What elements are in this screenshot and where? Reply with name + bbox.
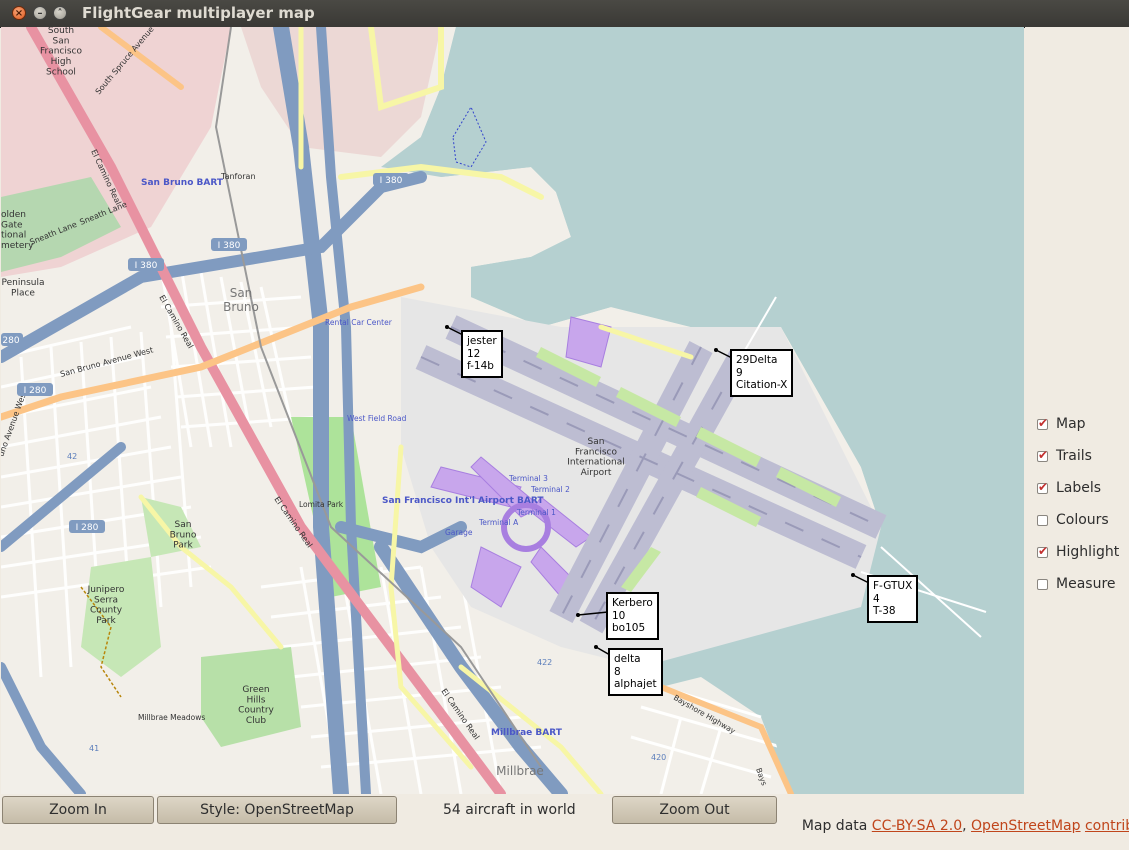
i380-shield: I 380	[135, 261, 158, 271]
san-bruno-bart-label: San Bruno BART	[141, 178, 224, 188]
aircraft-id: 4	[873, 592, 880, 605]
aircraft-callsign: 29Delta	[736, 354, 778, 366]
attribution-separator: ,	[962, 818, 972, 834]
maximize-window-button[interactable]: ˄	[53, 6, 67, 20]
i280-shield: I 280	[24, 386, 47, 396]
aircraft-label[interactable]: Kerbero 10 bo105	[606, 592, 659, 640]
terminal2-label: Terminal 2	[530, 485, 570, 494]
osm-link[interactable]: OpenStreetMap	[971, 818, 1080, 834]
labels-toggle[interactable]: Labels	[1037, 478, 1101, 498]
garage-label: Garage	[445, 528, 473, 537]
map-checkbox[interactable]	[1037, 416, 1048, 430]
aircraft-model: f-14b	[467, 360, 494, 372]
aircraft-label[interactable]: jester 12 f-14b	[461, 330, 503, 378]
colours-toggle-label: Colours	[1056, 512, 1109, 528]
map-canvas[interactable]: South San Francisco High School San Bruno BA…	[1, 27, 1024, 794]
options-panel: Map Trails Labels Colours Highlight Meas…	[1025, 27, 1129, 794]
trails-toggle[interactable]: Trails	[1037, 446, 1092, 466]
millbrae-bart-label: Millbrae BART	[491, 728, 563, 738]
route-number: 420	[651, 753, 666, 762]
tanforan-label: Tanforan	[220, 172, 256, 181]
close-window-button[interactable]: ×	[12, 6, 26, 20]
route-number: 41	[89, 744, 99, 753]
aircraft-marker[interactable]	[594, 645, 598, 649]
terminal1-label: Terminal 1	[516, 508, 556, 517]
aircraft-marker[interactable]	[851, 573, 855, 577]
millbrae-meadows-label: Millbrae Meadows	[138, 713, 205, 722]
trails-checkbox[interactable]	[1037, 448, 1048, 462]
aircraft-model: alphajet	[614, 678, 657, 690]
aircraft-marker[interactable]	[445, 325, 449, 329]
measure-checkbox[interactable]	[1037, 578, 1048, 590]
terminal3-label: Terminal 3	[508, 474, 548, 483]
style-button[interactable]: Style: OpenStreetMap	[157, 796, 397, 824]
rental-car-label: Rental Car Center	[325, 318, 393, 327]
i380-shield: I 380	[380, 176, 403, 186]
route-number: 422	[537, 658, 552, 667]
contributors-link[interactable]: contributors	[1085, 818, 1129, 834]
west-field-road-label: West Field Road	[347, 414, 407, 423]
i280-shield: 280	[2, 336, 19, 346]
i280-shield: I 280	[76, 523, 99, 533]
highlight-toggle[interactable]: Highlight	[1037, 542, 1119, 562]
aircraft-callsign: Kerbero	[612, 597, 653, 609]
aircraft-callsign: jester	[467, 335, 497, 347]
millbrae-label: Millbrae	[496, 764, 544, 778]
license-link[interactable]: CC-BY-SA 2.0	[872, 818, 962, 834]
aircraft-count-status: 54 aircraft in world	[443, 802, 576, 818]
aircraft-callsign: delta	[614, 653, 641, 665]
labels-checkbox[interactable]	[1037, 480, 1048, 494]
aircraft-label[interactable]: F-GTUX 4 T-38	[867, 575, 919, 623]
sfo-bart-label: San Francisco Int'l Airport BART	[382, 496, 544, 506]
aircraft-model: bo105	[612, 622, 646, 634]
map-toggle-label: Map	[1056, 416, 1086, 432]
aircraft-marker[interactable]	[576, 613, 580, 617]
lomita-park-label: Lomita Park	[299, 500, 344, 509]
zoom-in-button[interactable]: Zoom In	[2, 796, 154, 824]
aircraft-marker[interactable]	[714, 348, 718, 352]
map-view[interactable]: South San Francisco High School San Bruno BA…	[1, 27, 1024, 794]
minimize-window-button[interactable]: –	[33, 6, 47, 20]
measure-toggle-label: Measure	[1056, 576, 1116, 592]
highlight-checkbox[interactable]	[1037, 544, 1048, 558]
trails-toggle-label: Trails	[1056, 448, 1092, 464]
window-title: FlightGear multiplayer map	[82, 4, 315, 22]
aircraft-model: Citation-X	[736, 379, 788, 391]
aircraft-id: 8	[614, 665, 621, 678]
terminala-label: Terminal A	[478, 518, 519, 527]
aircraft-id: 10	[612, 609, 626, 622]
aircraft-id: 12	[467, 347, 481, 360]
measure-toggle[interactable]: Measure	[1037, 574, 1116, 594]
i380-shield: I 380	[218, 241, 241, 251]
map-attribution: Map data CC-BY-SA 2.0, OpenStreetMap con…	[784, 802, 1129, 850]
aircraft-label[interactable]: 29Delta 9 Citation-X	[730, 349, 794, 397]
map-toggle[interactable]: Map	[1037, 414, 1086, 434]
window-titlebar: × – ˄ FlightGear multiplayer map	[0, 0, 1129, 28]
route-number: 42	[67, 452, 77, 461]
aircraft-model: T-38	[873, 605, 896, 617]
aircraft-id: 9	[736, 366, 743, 379]
aircraft-callsign: F-GTUX	[873, 580, 913, 592]
highlight-toggle-label: Highlight	[1056, 544, 1120, 560]
colours-toggle[interactable]: Colours	[1037, 510, 1109, 530]
bottom-toolbar: Zoom In Style: OpenStreetMap 54 aircraft…	[0, 794, 1129, 834]
aircraft-label[interactable]: delta 8 alphajet	[608, 648, 663, 696]
colours-checkbox[interactable]	[1037, 514, 1048, 526]
attribution-prefix: Map data	[801, 818, 872, 834]
labels-toggle-label: Labels	[1056, 480, 1102, 496]
zoom-out-button[interactable]: Zoom Out	[612, 796, 777, 824]
